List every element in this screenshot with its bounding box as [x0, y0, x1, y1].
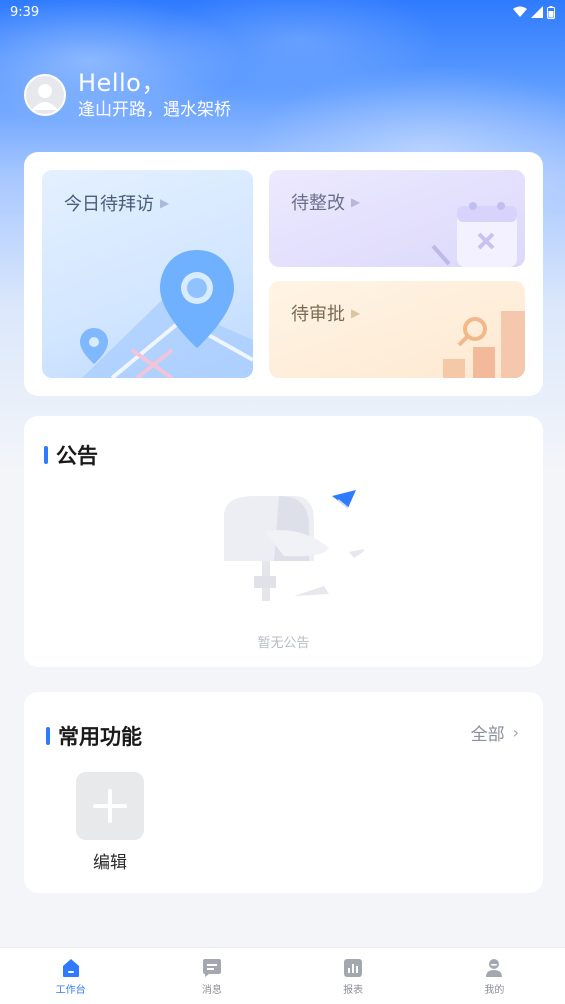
status-time: 9:39	[10, 4, 40, 20]
functions-title: 常用功能	[46, 721, 142, 751]
play-arrow-icon: ▶	[351, 306, 361, 320]
calendar-illustration	[431, 202, 517, 267]
status-bar: 9:39	[0, 0, 565, 24]
edit-functions-button[interactable]	[76, 772, 144, 840]
today-visit-label: 今日待拜访	[64, 194, 154, 215]
pending-fix-label: 待整改	[291, 193, 345, 214]
edit-functions-label: 编辑	[93, 853, 127, 873]
plus-icon	[93, 789, 127, 823]
nav-label-mine: 我的	[484, 985, 505, 996]
bottom-nav: 工作台 消息 报表 我的	[0, 947, 565, 1004]
nav-label-reports: 报表	[343, 985, 364, 996]
pending-fix-tile[interactable]: 待整改 ▶	[269, 170, 525, 267]
pending-fix-label-row: 待整改 ▶	[291, 189, 360, 215]
motto-text: 逢山开路，遇水架桥	[78, 100, 231, 120]
view-all-label: 全部	[470, 725, 505, 745]
profile-icon	[484, 958, 504, 978]
battery-icon	[547, 5, 555, 19]
nav-label-workbench: 工作台	[55, 985, 86, 996]
bar-chart-illustration	[443, 311, 525, 378]
nav-item-workbench[interactable]: 工作台	[0, 948, 141, 1004]
notice-empty-text: 暂无公告	[257, 636, 310, 651]
avatar[interactable]	[24, 74, 66, 116]
notice-title-text: 公告	[56, 444, 98, 468]
status-icons	[513, 5, 555, 19]
play-arrow-icon: ▶	[351, 195, 361, 209]
pending-approve-tile[interactable]: 待审批 ▶	[269, 281, 525, 378]
message-icon	[202, 958, 222, 978]
nav-item-messages[interactable]: 消息	[141, 948, 282, 1004]
user-header: Hello， 逢山开路，遇水架桥	[24, 68, 231, 122]
title-accent-bar	[46, 727, 50, 745]
today-visit-label-row: 今日待拜访 ▶	[64, 190, 169, 216]
view-all-link[interactable]: 全部 ›	[471, 720, 519, 745]
title-accent-bar	[44, 446, 48, 464]
chevron-right-icon: ›	[512, 723, 519, 742]
tasks-card: 今日待拜访 ▶ 待整改 ▶ 待审批 ▶	[24, 152, 543, 396]
greeting-block: Hello， 逢山开路，遇水架桥	[78, 68, 231, 122]
location-pin-illustration	[80, 250, 253, 378]
nav-label-messages: 消息	[201, 985, 222, 996]
common-functions-card: 常用功能 全部 › 编辑	[24, 692, 543, 893]
signal-icon	[531, 6, 543, 18]
notice-card: 公告 暂无公告	[24, 416, 543, 667]
pending-approve-label-row: 待审批 ▶	[291, 300, 360, 326]
report-icon	[343, 958, 363, 978]
greeting-text: Hello，	[78, 69, 166, 97]
pending-approve-label: 待审批	[291, 304, 345, 325]
nav-item-mine[interactable]: 我的	[424, 948, 565, 1004]
empty-mailbox-illustration	[224, 490, 364, 601]
today-visit-tile[interactable]: 今日待拜访 ▶	[42, 170, 253, 378]
notice-title: 公告	[44, 440, 98, 470]
functions-title-text: 常用功能	[58, 725, 142, 749]
play-arrow-icon: ▶	[160, 196, 170, 210]
home-icon	[61, 958, 81, 978]
wifi-icon	[513, 6, 527, 17]
user-avatar-icon	[32, 84, 58, 110]
nav-item-reports[interactable]: 报表	[283, 948, 424, 1004]
